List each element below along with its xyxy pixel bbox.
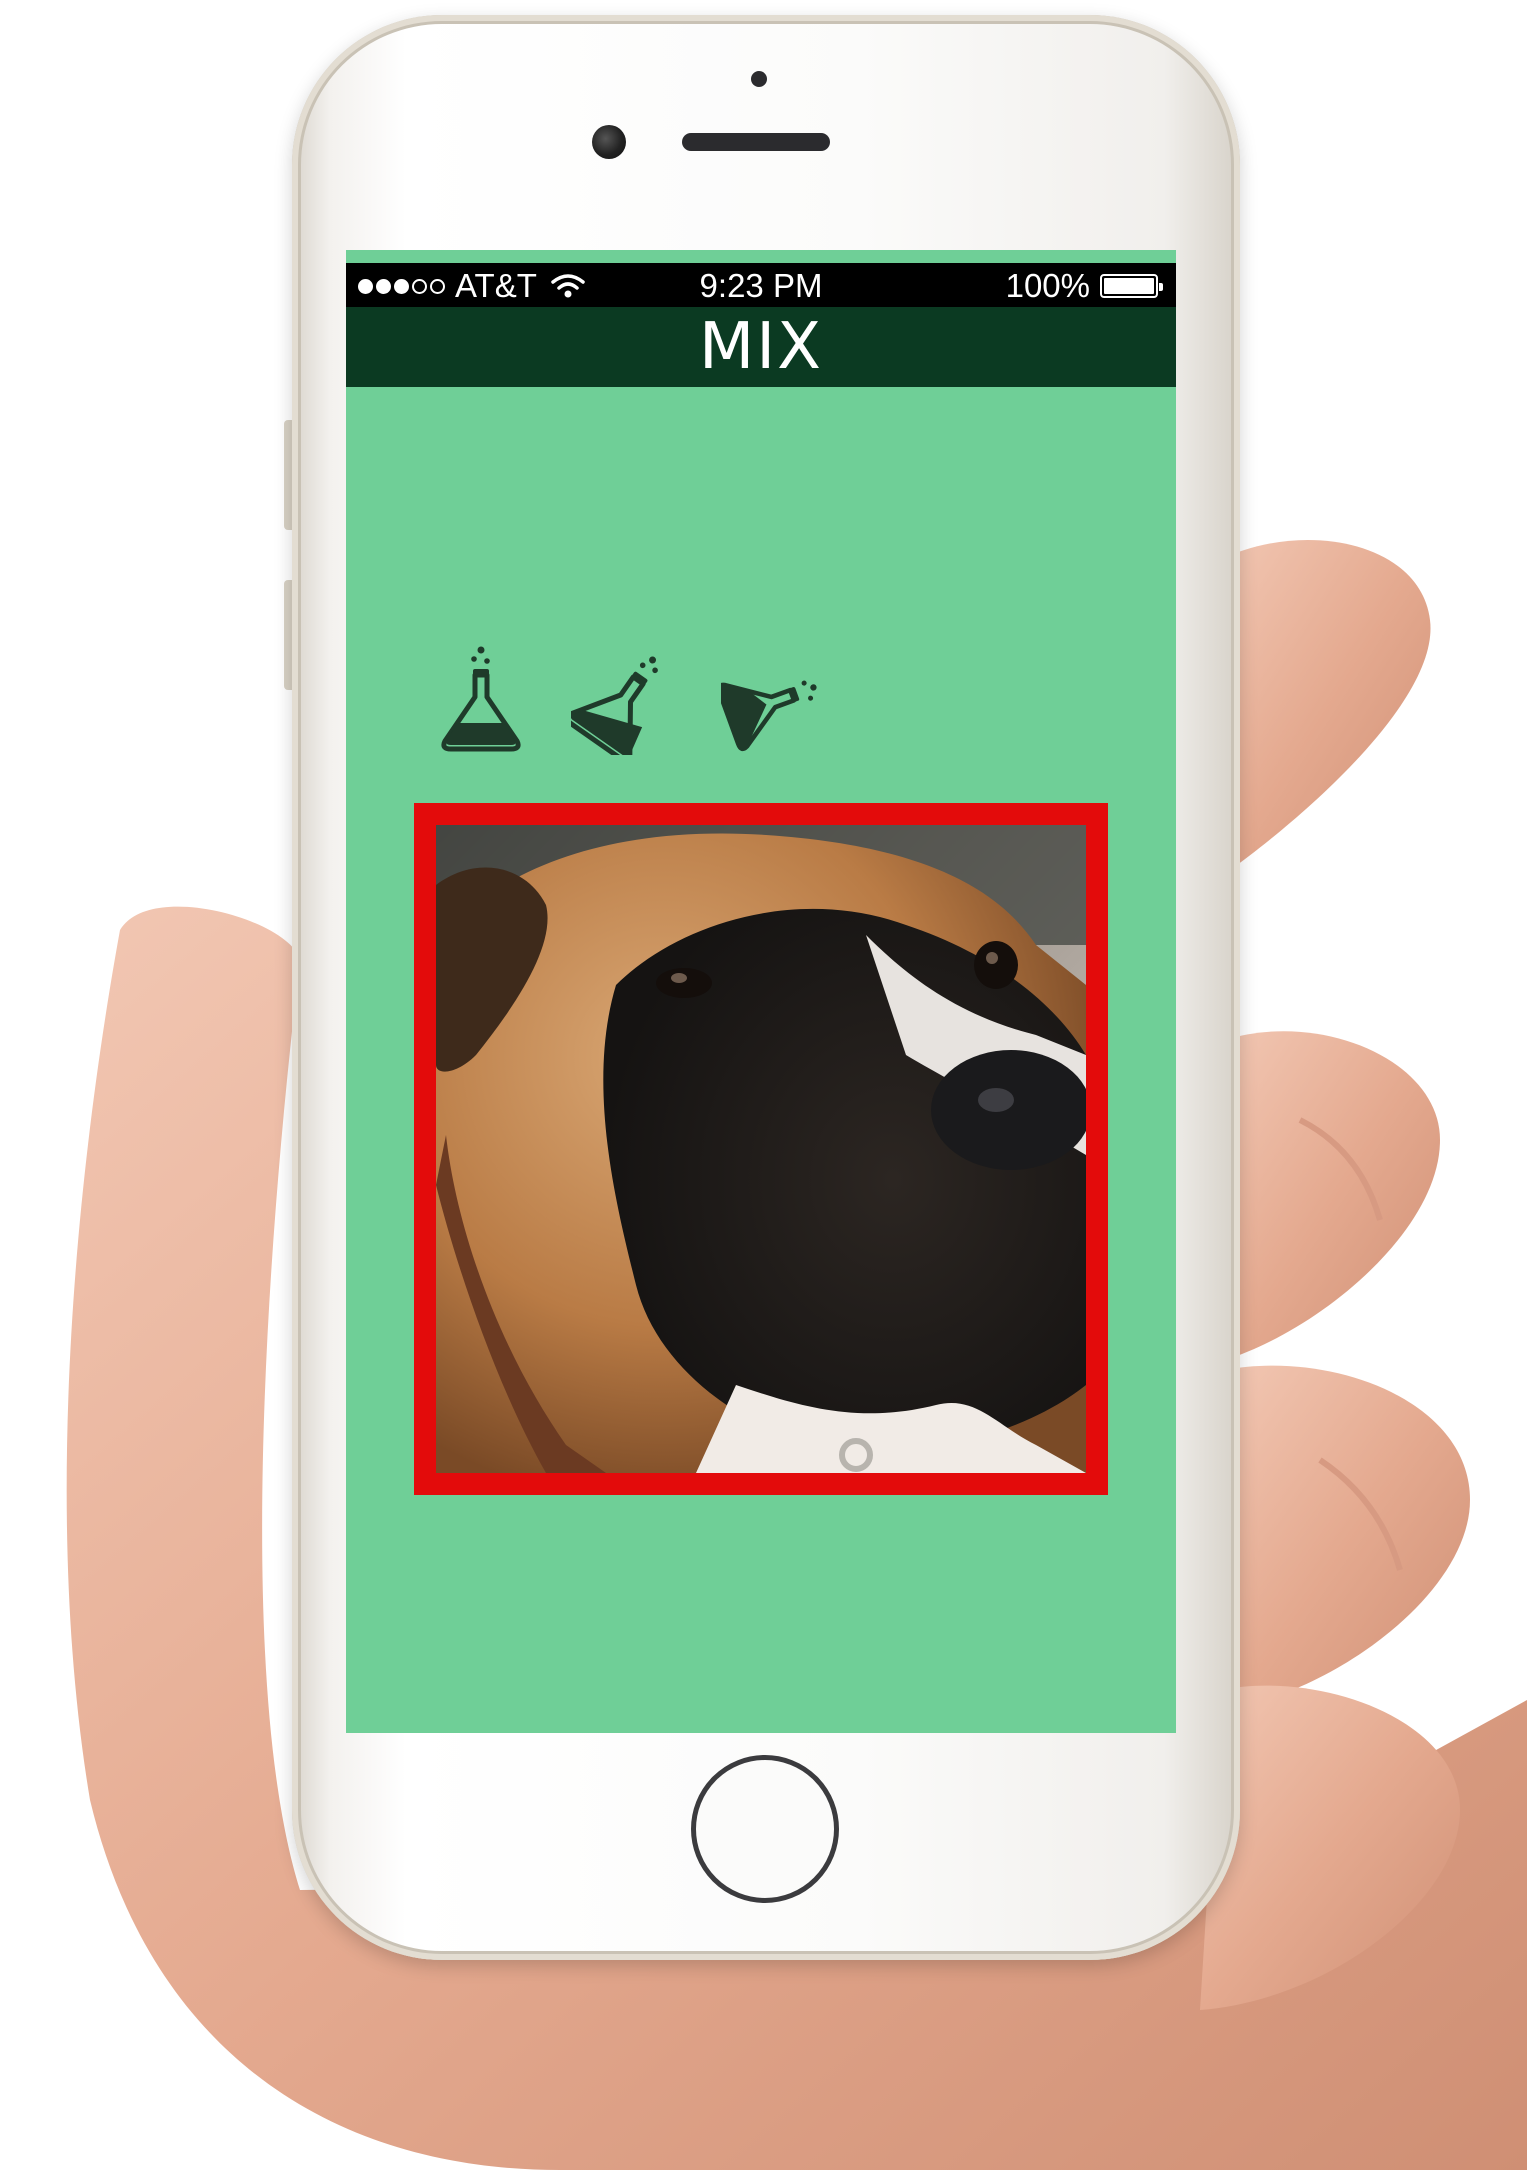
page-title: MIX bbox=[699, 310, 823, 384]
phone-body: AT&T 9:23 PM 100% MIX bbox=[292, 15, 1240, 1960]
proximity-sensor bbox=[751, 71, 767, 87]
status-bar: AT&T 9:23 PM 100% bbox=[346, 263, 1176, 307]
home-button[interactable] bbox=[691, 1755, 839, 1903]
earpiece-speaker bbox=[682, 133, 830, 151]
photo-frame[interactable] bbox=[414, 803, 1108, 1495]
flask-pouring-icon[interactable] bbox=[721, 645, 821, 755]
battery-icon bbox=[1100, 274, 1163, 298]
nav-bar: MIX bbox=[346, 307, 1176, 387]
flask-tilted-icon[interactable] bbox=[571, 645, 671, 755]
battery-percent: 100% bbox=[1005, 267, 1090, 304]
front-camera bbox=[592, 125, 626, 159]
dog-photo[interactable] bbox=[436, 825, 1086, 1473]
app-screen: AT&T 9:23 PM 100% MIX bbox=[346, 250, 1176, 1733]
flask-upright-icon[interactable] bbox=[431, 645, 531, 755]
